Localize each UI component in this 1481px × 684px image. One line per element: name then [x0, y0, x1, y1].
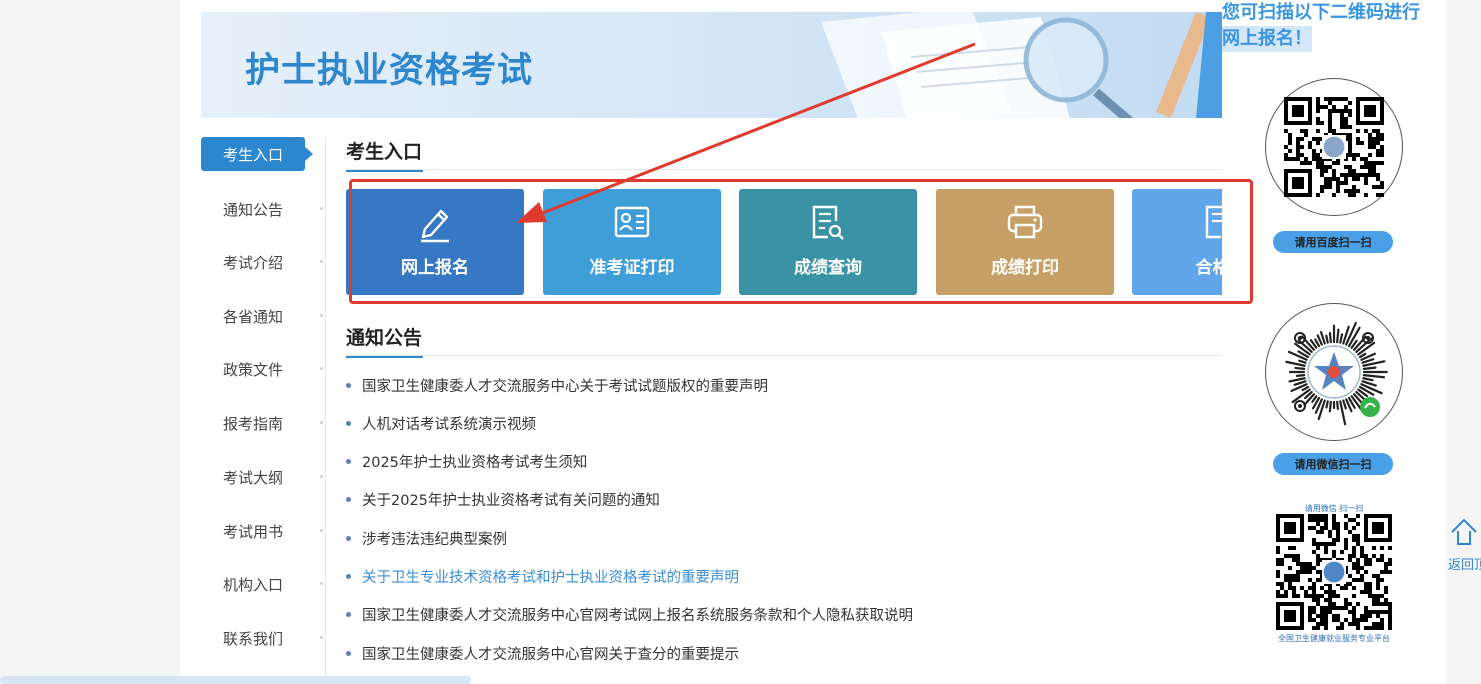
entry-tile[interactable]: 准考证打印: [543, 189, 721, 295]
baidu-scan-button[interactable]: 请用百度扫一扫: [1273, 231, 1393, 253]
wechat-qr-code: [1276, 514, 1392, 630]
sidebar-item-dot: [320, 367, 323, 370]
entry-tile[interactable]: 成绩查询: [739, 189, 917, 295]
baidu-qr-frame: [1265, 78, 1403, 216]
sidebar-item[interactable]: 通知公告: [201, 192, 325, 226]
entry-tile-label: 准考证打印: [589, 258, 675, 278]
sidebar-item-dot: [320, 636, 323, 639]
sidebar-item-dot: [320, 421, 323, 424]
sidebar-item[interactable]: 政策文件: [201, 352, 325, 386]
sidebar-item-dot: [320, 260, 323, 263]
entry-tile-label: 成绩查询: [794, 258, 862, 278]
notice-item-text: 关于2025年护士执业资格考试有关问题的通知: [362, 493, 660, 510]
third-qr-caption-top: 请用微信 扫一扫: [1304, 504, 1364, 513]
entry-tile[interactable]: 网上报名: [346, 189, 524, 295]
bottom-scrollbar[interactable]: [0, 676, 471, 684]
sidebar-item-dot: [320, 475, 323, 478]
sidebar-item-dot: [320, 207, 323, 210]
banner-illustration: [821, 12, 1222, 118]
back-to-top-label: 返回顶部: [1448, 558, 1481, 573]
back-to-top-button[interactable]: 返回顶部: [1446, 510, 1481, 576]
sidebar-item[interactable]: 报考指南: [201, 406, 325, 440]
sidebar-item[interactable]: 各省通知: [201, 299, 325, 333]
sidebar-divider: [325, 138, 326, 684]
notice-list-item[interactable]: 人机对话考试系统演示视频: [346, 404, 536, 442]
entry-tile-label: 合格证: [1195, 258, 1223, 278]
notice-section-title: 通知公告: [346, 323, 423, 358]
sidebar-item[interactable]: 考试用书: [201, 514, 325, 548]
notice-section-title-text: 通知公告: [346, 327, 423, 349]
baidu-qr-code: [1284, 97, 1384, 197]
entry-section-line: [346, 169, 1222, 170]
notice-list-item[interactable]: 国家卫生健康委人才交流服务中心关于考试试题版权的重要声明: [346, 366, 768, 404]
sidebar-item-label: 联系我们: [222, 629, 283, 648]
bullet-icon: [346, 612, 351, 618]
sidebar-item-label: 通知公告: [222, 200, 283, 219]
header-banner: 护士执业资格考试: [201, 12, 1222, 118]
notice-section-underline: [346, 356, 423, 358]
notice-list-item[interactable]: 涉考违法违纪典型案例: [346, 519, 507, 557]
bullet-icon: [346, 535, 351, 541]
wechat-miniprogram-code: [1285, 321, 1388, 426]
entry-tiles: 网上报名 准考证打印 成绩查询 成绩打印 合格证: [346, 189, 1222, 295]
notice-list-item[interactable]: 2025年护士执业资格考试考生须知: [346, 443, 587, 481]
entry-section-underline: [346, 170, 423, 172]
entry-tile[interactable]: 合格证: [1132, 189, 1222, 295]
sidebar-item-label: 机构入口: [222, 575, 283, 594]
bullet-icon: [346, 650, 351, 656]
qr-heading-line2: 网上报名！: [1222, 26, 1312, 52]
entry-tile-label: 成绩打印: [991, 258, 1059, 278]
notice-item-text: 关于卫生专业技术资格考试和护士执业资格考试的重要声明: [362, 570, 739, 586]
third-qr-caption-bottom: 全国卫生健康就业服务专业平台: [1278, 634, 1390, 643]
notice-list-item[interactable]: 关于卫生专业技术资格考试和护士执业资格考试的重要声明: [346, 558, 739, 596]
sidebar-item-label: 考试介绍: [222, 253, 283, 272]
notice-section-line: [346, 355, 1222, 356]
notice-item-text: 涉考违法违纪典型案例: [362, 531, 507, 548]
notice-item-text: 人机对话考试系统演示视频: [362, 416, 536, 433]
notice-item-text: 2025年护士执业资格考试考生须知: [362, 455, 588, 472]
sidebar-item[interactable]: 考生入口: [201, 137, 313, 171]
wechat-miniprogram-frame: [1265, 303, 1403, 441]
sidebar-item-label: 政策文件: [222, 360, 283, 379]
sidebar-item[interactable]: 联系我们: [201, 621, 325, 655]
sidebar-item-dot: [320, 582, 323, 585]
sidebar-item-label: 考试大纲: [222, 468, 283, 487]
sidebar-item[interactable]: 考试大纲: [201, 460, 325, 494]
up-arrow-icon: [1451, 518, 1477, 545]
notice-list-item[interactable]: 关于2025年护士执业资格考试有关问题的通知: [346, 481, 660, 519]
entry-tile[interactable]: 成绩打印: [936, 189, 1114, 295]
sidebar-item-label: 各省通知: [222, 307, 283, 326]
notice-list-item[interactable]: 国家卫生健康委人才交流服务中心官网考试网上报名系统服务条款和个人隐私获取说明: [346, 596, 913, 634]
qr-heading-line1: 您可扫描以下二维码进行: [1222, 2, 1420, 23]
sidebar-item-label: 报考指南: [222, 414, 283, 433]
sidebar-item-label: 考生入口: [222, 145, 283, 164]
sidebar-item-dot: [320, 529, 323, 532]
entry-tile-label: 网上报名: [401, 258, 469, 278]
qr-heading: 您可扫描以下二维码进行 网上报名！: [1222, 0, 1420, 52]
entry-section-title-text: 考生入口: [346, 141, 423, 163]
bullet-icon: [346, 574, 351, 579]
bullet-icon: [346, 382, 351, 388]
page-title: 护士执业资格考试: [245, 51, 534, 91]
notice-list-item[interactable]: 国家卫生健康委人才交流服务中心官网关于查分的重要提示: [346, 634, 739, 672]
notice-item-text: 国家卫生健康委人才交流服务中心官网考试网上报名系统服务条款和个人隐私获取说明: [362, 608, 913, 625]
notice-item-text: 国家卫生健康委人才交流服务中心关于考试试题版权的重要声明: [362, 378, 768, 395]
entry-section-title: 考生入口: [346, 137, 423, 172]
sidebar-item-dot: [320, 314, 323, 317]
notice-item-text: 国家卫生健康委人才交流服务中心官网关于查分的重要提示: [362, 646, 739, 663]
sidebar-item[interactable]: 机构入口: [201, 567, 325, 601]
sidebar-item[interactable]: 考试介绍: [201, 245, 325, 279]
sidebar-item-label: 考试用书: [222, 522, 283, 541]
wechat-scan-button[interactable]: 请用微信扫一扫: [1273, 453, 1393, 475]
bullet-icon: [346, 420, 351, 426]
bullet-icon: [346, 459, 351, 465]
bullet-icon: [346, 497, 351, 503]
